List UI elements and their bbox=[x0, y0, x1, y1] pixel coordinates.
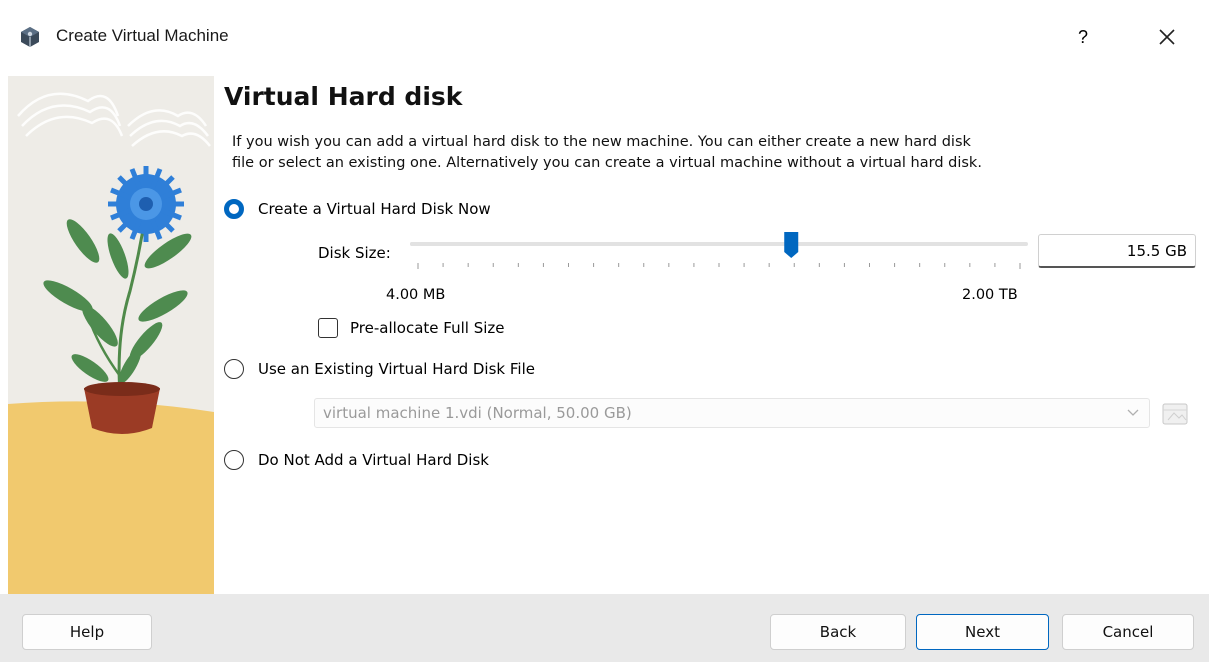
disk-size-label: Disk Size: bbox=[318, 244, 391, 262]
create-disk-radio[interactable] bbox=[224, 199, 244, 219]
next-button[interactable]: Next bbox=[916, 614, 1049, 650]
page-description: If you wish you can add a virtual hard d… bbox=[232, 132, 1112, 174]
preallocate-checkbox[interactable] bbox=[318, 318, 338, 338]
flower-pot-illustration bbox=[8, 76, 214, 594]
description-line: If you wish you can add a virtual hard d… bbox=[232, 134, 971, 150]
help-button[interactable]: Help bbox=[22, 614, 152, 650]
existing-disk-value: virtual machine 1.vdi (Normal, 50.00 GB) bbox=[323, 404, 632, 422]
use-existing-option[interactable]: Use an Existing Virtual Hard Disk File bbox=[224, 357, 535, 381]
wizard-illustration bbox=[8, 76, 214, 594]
slider-min-label: 4.00 MB bbox=[386, 287, 446, 303]
slider-thumb[interactable] bbox=[784, 232, 799, 258]
page-title: Virtual Hard disk bbox=[224, 82, 463, 111]
disk-size-input[interactable]: 15.5 GB bbox=[1038, 234, 1196, 268]
wizard-footer: Help Back Next Cancel bbox=[0, 594, 1209, 662]
close-icon[interactable] bbox=[1150, 20, 1184, 54]
create-disk-label: Create a Virtual Hard Disk Now bbox=[258, 200, 491, 218]
folder-browse-icon[interactable] bbox=[1160, 398, 1190, 428]
back-button[interactable]: Back bbox=[770, 614, 906, 650]
use-existing-label: Use an Existing Virtual Hard Disk File bbox=[258, 360, 535, 378]
preallocate-option[interactable]: Pre-allocate Full Size bbox=[318, 318, 505, 338]
chevron-down-icon bbox=[1127, 409, 1139, 416]
existing-disk-select[interactable]: virtual machine 1.vdi (Normal, 50.00 GB) bbox=[314, 398, 1150, 428]
create-disk-option[interactable]: Create a Virtual Hard Disk Now bbox=[224, 197, 491, 221]
disk-size-slider[interactable] bbox=[410, 228, 1030, 278]
slider-ticks bbox=[417, 263, 1021, 269]
slider-fill bbox=[410, 242, 792, 246]
title-bar: Create Virtual Machine ? bbox=[0, 0, 1209, 76]
help-question-button[interactable]: ? bbox=[1068, 22, 1098, 52]
use-existing-radio[interactable] bbox=[224, 359, 244, 379]
preallocate-label: Pre-allocate Full Size bbox=[350, 319, 505, 337]
cancel-button[interactable]: Cancel bbox=[1062, 614, 1194, 650]
window-title: Create Virtual Machine bbox=[56, 26, 229, 45]
description-line: file or select an existing one. Alternat… bbox=[232, 155, 982, 171]
slider-max-label: 2.00 TB bbox=[962, 287, 1018, 303]
do-not-add-radio[interactable] bbox=[224, 450, 244, 470]
do-not-add-option[interactable]: Do Not Add a Virtual Hard Disk bbox=[224, 448, 489, 472]
do-not-add-label: Do Not Add a Virtual Hard Disk bbox=[258, 451, 489, 469]
virtualbox-icon bbox=[21, 27, 39, 47]
